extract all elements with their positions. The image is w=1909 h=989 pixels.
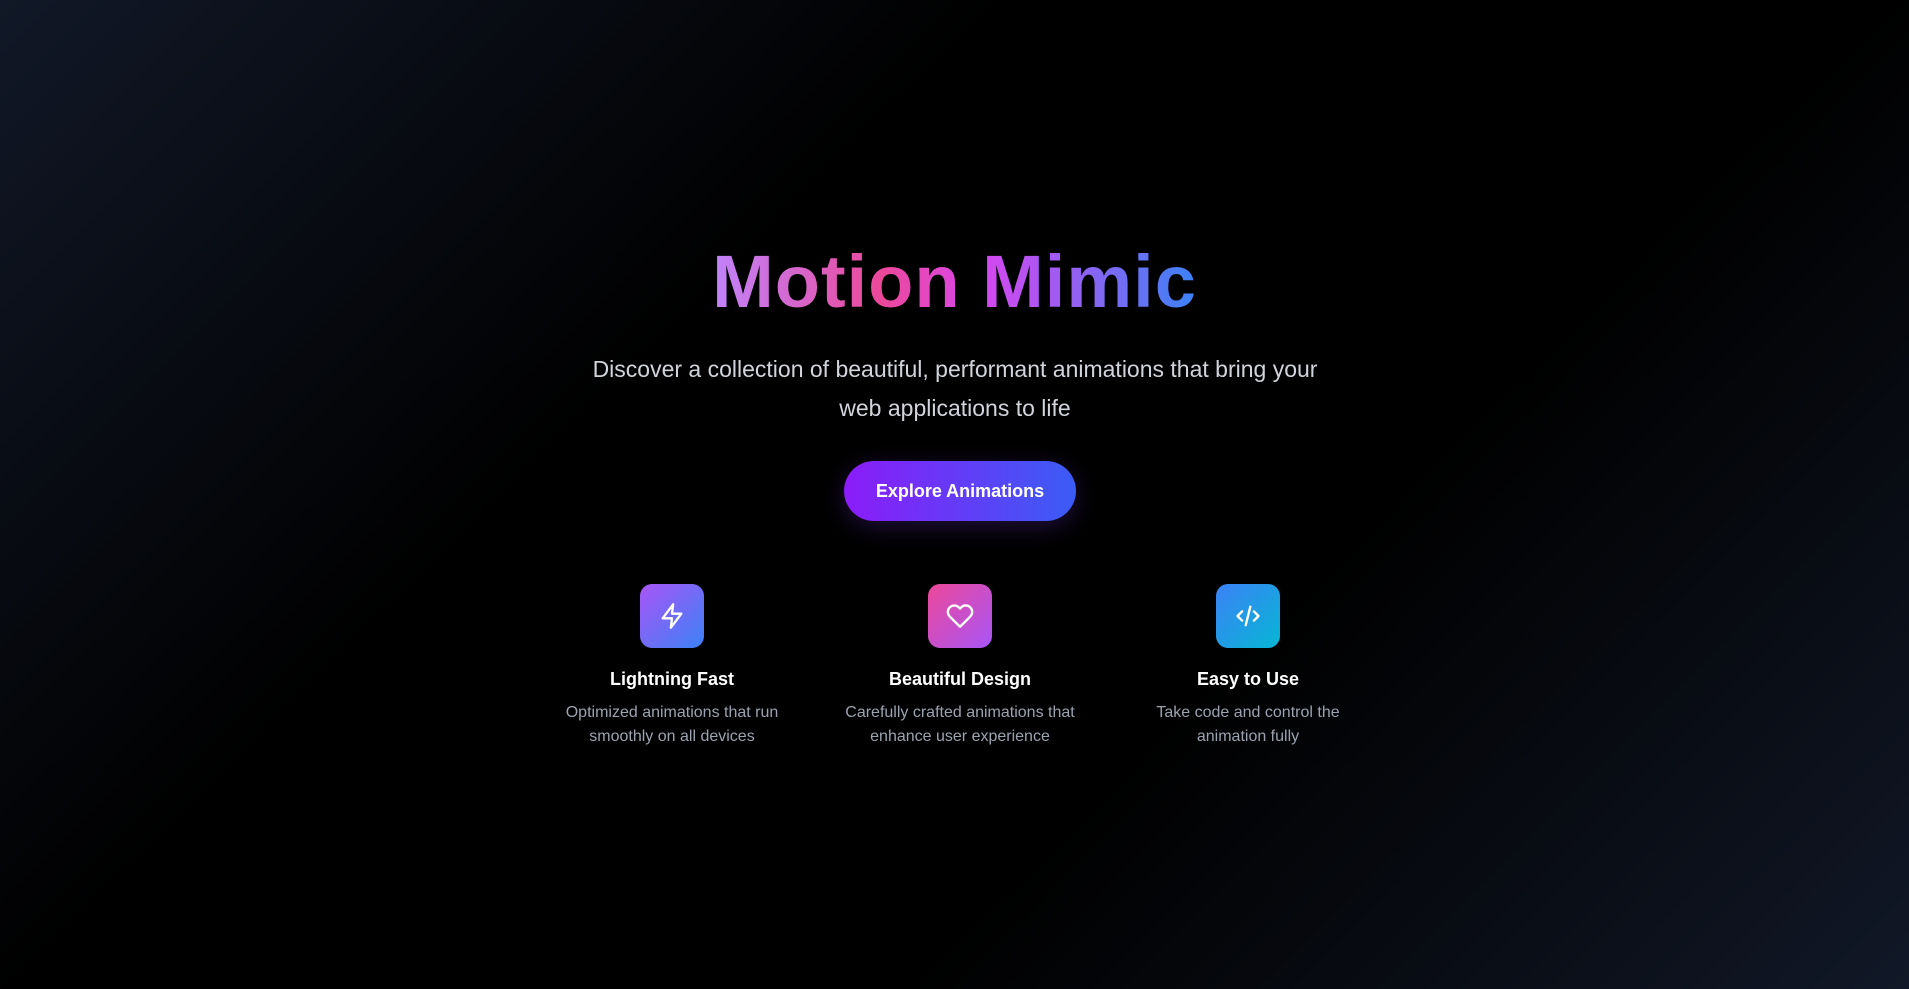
- feature-description: Optimized animations that run smoothly o…: [565, 704, 779, 745]
- feature-title: Lightning Fast: [610, 669, 734, 689]
- hero-subtitle: Discover a collection of beautiful, perf…: [592, 356, 1318, 421]
- feature-description: Take code and control the animation full…: [1156, 704, 1340, 745]
- heart-icon: [928, 584, 992, 648]
- hero-title-wrapper: Motion Mimic: [0, 236, 1909, 328]
- lightning-icon: [640, 584, 704, 648]
- feature-description: Carefully crafted animations that enhanc…: [845, 704, 1075, 745]
- hero-section: Motion Mimic Discover a collection of be…: [0, 0, 1909, 989]
- explore-animations-button[interactable]: Explore Animations: [844, 461, 1076, 521]
- feature-lightning-fast: Lightning Fast Optimized animations that…: [552, 584, 792, 749]
- feature-easy-to-use: Easy to Use Take code and control the an…: [1128, 584, 1368, 749]
- feature-title: Beautiful Design: [888, 669, 1031, 689]
- code-icon: [1216, 584, 1280, 648]
- page-title: Motion Mimic: [712, 236, 1197, 328]
- feature-beautiful-design: Beautiful Design Carefully crafted anima…: [840, 584, 1080, 749]
- feature-title: Easy to Use: [1196, 669, 1300, 689]
